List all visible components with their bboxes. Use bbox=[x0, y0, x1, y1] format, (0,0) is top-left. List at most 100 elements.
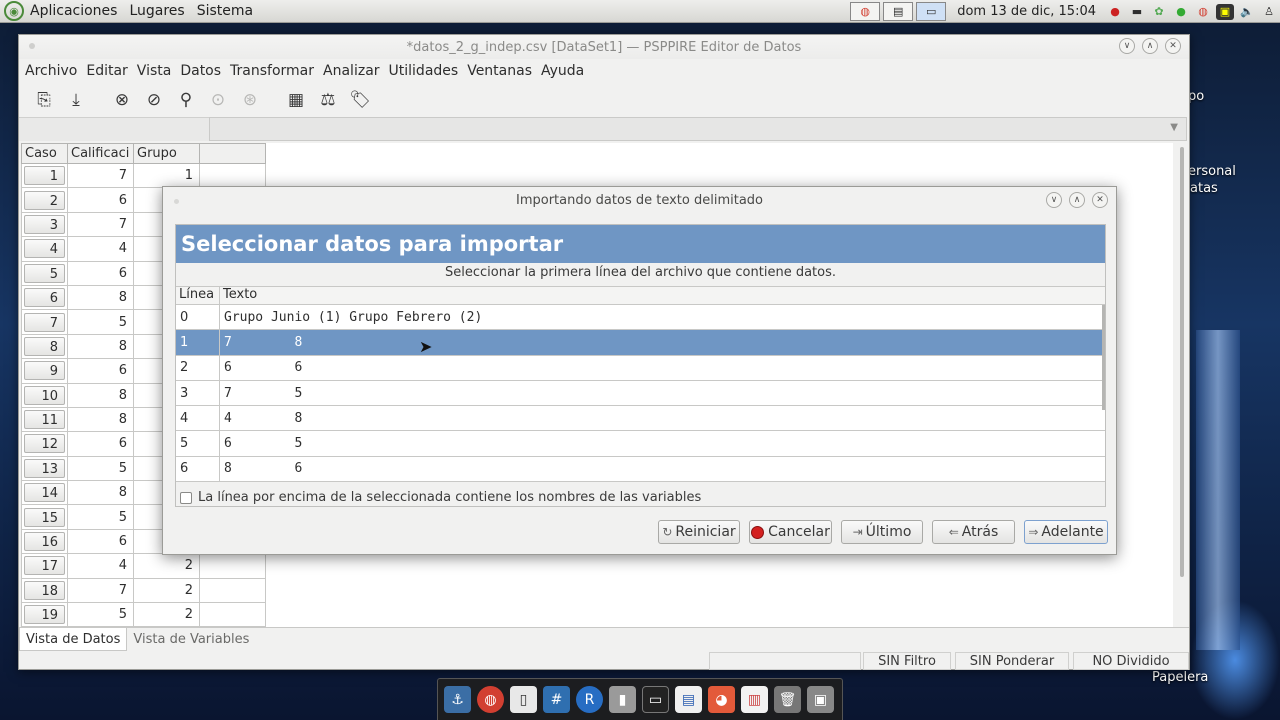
case-number-cell[interactable]: 9 bbox=[21, 358, 68, 384]
calificacion-cell[interactable]: 7 bbox=[67, 577, 134, 604]
find-icon[interactable]: ⚲ bbox=[175, 89, 197, 111]
dialog-menu-icon[interactable] bbox=[174, 199, 179, 204]
case-number-cell[interactable]: 4 bbox=[21, 236, 68, 262]
menu-aplicaciones[interactable]: Aplicaciones bbox=[30, 3, 117, 19]
calificacion-cell[interactable]: 5 bbox=[67, 455, 134, 482]
last-button[interactable]: ⇥ Último bbox=[841, 520, 923, 544]
menu-ayuda[interactable]: Ayuda bbox=[541, 63, 584, 79]
display-icon[interactable]: ▣ bbox=[807, 686, 834, 713]
clock[interactable]: dom 13 de dic, 15:04 bbox=[957, 4, 1096, 19]
line-row[interactable]: 0 Grupo Junio (1) Grupo Febrero (2) bbox=[176, 305, 1105, 331]
value-labels-icon[interactable]: 🏷 bbox=[349, 89, 371, 111]
calificacion-cell[interactable]: 6 bbox=[67, 260, 134, 286]
weight-cases-icon[interactable]: ⚖ bbox=[317, 89, 339, 111]
calificacion-cell[interactable]: 6 bbox=[67, 187, 134, 213]
calificacion-cell[interactable]: 6 bbox=[67, 431, 134, 457]
line-row[interactable]: 68 6 bbox=[176, 456, 1105, 482]
case-number[interactable]: 19 bbox=[24, 605, 65, 625]
writer-icon[interactable]: ▤ bbox=[675, 686, 702, 713]
column-header-grupo[interactable]: Grupo bbox=[133, 143, 200, 164]
menu-editar[interactable]: Editar bbox=[86, 63, 127, 79]
variable-names-checkbox[interactable] bbox=[180, 491, 192, 504]
desktop-icon-label[interactable]: ersonal bbox=[1188, 164, 1236, 179]
terminal-icon[interactable]: ▭ bbox=[642, 686, 669, 713]
calificacion-cell[interactable]: 5 bbox=[67, 504, 134, 530]
case-number[interactable]: 12 bbox=[24, 434, 65, 454]
goto-variable-icon[interactable]: ⊘ bbox=[143, 89, 165, 111]
calificacion-cell[interactable]: 8 bbox=[67, 406, 134, 433]
menu-utilidades[interactable]: Utilidades bbox=[389, 63, 459, 79]
user-icon[interactable]: ♙ bbox=[1260, 4, 1278, 20]
window-titlebar[interactable]: *datos_2_g_indep.csv [DataSet1] — PSPPIR… bbox=[19, 35, 1189, 59]
back-button[interactable]: ⇐ Atrás bbox=[932, 520, 1015, 544]
calificacion-cell[interactable]: 8 bbox=[67, 333, 134, 360]
cancel-button[interactable]: Cancelar bbox=[749, 520, 832, 544]
terminal-tray-icon[interactable]: ▣ bbox=[1216, 3, 1234, 20]
window-task-icon[interactable]: ▭ bbox=[916, 2, 947, 21]
calificacion-cell[interactable]: 8 bbox=[67, 284, 134, 311]
grupo-cell[interactable]: 2 bbox=[133, 577, 200, 604]
case-number-cell[interactable]: 10 bbox=[21, 382, 68, 408]
document-task-icon[interactable]: ▤ bbox=[883, 2, 914, 21]
line-row[interactable]: 37 5 bbox=[176, 380, 1105, 407]
case-number[interactable]: 6 bbox=[24, 288, 65, 308]
case-number[interactable]: 9 bbox=[24, 361, 65, 381]
lines-scrollbar[interactable] bbox=[1102, 305, 1105, 410]
empty-cell[interactable] bbox=[199, 162, 266, 189]
line-row[interactable]: 44 8 bbox=[176, 406, 1105, 432]
dialog-titlebar[interactable]: Importando datos de texto delimitado ∨ ∧… bbox=[163, 187, 1116, 213]
case-number[interactable]: 14 bbox=[24, 483, 65, 503]
case-number-cell[interactable]: 12 bbox=[21, 431, 68, 457]
tab-vista-variables[interactable]: Vista de Variables bbox=[127, 628, 255, 651]
calificacion-cell[interactable]: 4 bbox=[67, 553, 134, 579]
insert-case-icon[interactable]: ⊙ bbox=[207, 89, 229, 111]
menu-vista[interactable]: Vista bbox=[137, 63, 172, 79]
menu-sistema[interactable]: Sistema bbox=[197, 3, 253, 19]
location-icon[interactable]: ● bbox=[1172, 4, 1190, 20]
close-button[interactable]: ✕ bbox=[1165, 38, 1181, 54]
case-number[interactable]: 17 bbox=[24, 556, 65, 576]
r-language-icon[interactable]: R bbox=[576, 686, 603, 713]
case-number-cell[interactable]: 2 bbox=[21, 187, 68, 213]
split-file-icon[interactable]: ▦ bbox=[285, 89, 307, 111]
insert-variable-icon[interactable]: ⊛ bbox=[239, 89, 261, 111]
window-menu-icon[interactable] bbox=[29, 43, 35, 49]
maximize-button[interactable]: ∧ bbox=[1142, 38, 1158, 54]
chrome-tray-icon[interactable]: ◍ bbox=[1194, 4, 1212, 20]
case-number[interactable]: 10 bbox=[24, 385, 65, 405]
case-number[interactable]: 5 bbox=[24, 263, 65, 283]
empty-cell[interactable] bbox=[199, 577, 266, 604]
case-number-cell[interactable]: 8 bbox=[21, 333, 68, 360]
menu-ventanas[interactable]: Ventanas bbox=[467, 63, 532, 79]
calificacion-cell[interactable]: 8 bbox=[67, 480, 134, 506]
calificacion-cell[interactable]: 5 bbox=[67, 602, 134, 627]
line-row[interactable]: 17 8 bbox=[176, 330, 1105, 356]
case-number[interactable]: 1 bbox=[24, 166, 65, 186]
dialog-minimize-button[interactable]: ∨ bbox=[1046, 192, 1062, 208]
case-number[interactable]: 18 bbox=[24, 580, 65, 600]
menu-analizar[interactable]: Analizar bbox=[323, 63, 380, 79]
case-number-cell[interactable]: 11 bbox=[21, 406, 68, 433]
minimize-button[interactable]: ∨ bbox=[1119, 38, 1135, 54]
case-number-cell[interactable]: 15 bbox=[21, 504, 68, 530]
chevron-down-icon[interactable]: ▼ bbox=[1170, 122, 1178, 133]
case-number[interactable]: 15 bbox=[24, 507, 65, 527]
calificacion-cell[interactable]: 6 bbox=[67, 528, 134, 555]
chart-app-icon[interactable]: ◕ bbox=[708, 686, 735, 713]
menu-datos[interactable]: Datos bbox=[180, 63, 221, 79]
desktop-icon-label[interactable]: po bbox=[1188, 89, 1204, 104]
tab-vista-datos[interactable]: Vista de Datos bbox=[19, 628, 128, 651]
grupo-cell[interactable]: 2 bbox=[133, 602, 200, 627]
anchor-icon[interactable]: ⚓ bbox=[444, 686, 471, 713]
case-number-cell[interactable]: 13 bbox=[21, 455, 68, 482]
case-number[interactable]: 2 bbox=[24, 190, 65, 210]
case-number[interactable]: 13 bbox=[24, 458, 65, 478]
grupo-cell[interactable]: 2 bbox=[133, 553, 200, 579]
desktop-icon-label[interactable]: atas bbox=[1190, 181, 1218, 196]
save-icon[interactable]: ⤓ bbox=[65, 89, 87, 111]
variable-names-label[interactable]: La línea por encima de la seleccionada c… bbox=[198, 490, 701, 505]
calificacion-cell[interactable]: 7 bbox=[67, 211, 134, 238]
chrome-task-icon[interactable]: ◍ bbox=[850, 2, 881, 21]
menu-lugares[interactable]: Lugares bbox=[129, 3, 184, 19]
case-number-cell[interactable]: 6 bbox=[21, 284, 68, 311]
